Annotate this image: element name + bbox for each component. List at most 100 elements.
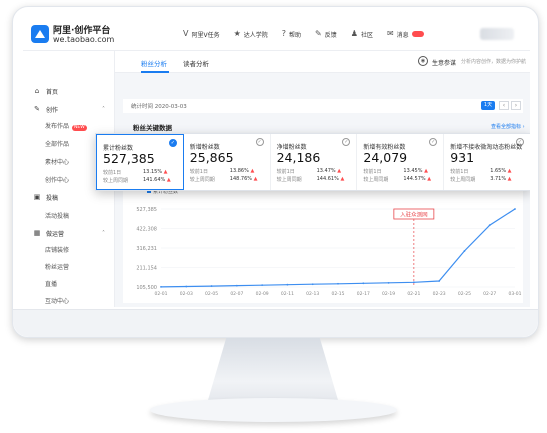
compass-icon: ◉ [418, 56, 428, 66]
monitor-frame: 阿里·创作平台 we.taobao.com V 阿里V任务 ★ 达人学院? 帮助 ✎ 反馈 ♟… [12, 6, 539, 338]
arrow-up-icon: ▲ [337, 168, 342, 174]
home-icon: ⌂ [34, 87, 40, 95]
compare-day-label: 较前1日 [103, 170, 122, 176]
sidebar-item-submit[interactable]: ▣ 投稿 [23, 189, 115, 205]
nav-label: 阿里V任务 [191, 31, 220, 39]
metric-cards: ✓ 累计粉丝数 527,385 较前1日 13.15% ▲ 较上周同期 141.64% ▲ ✓… [95, 133, 530, 191]
arrow-up-icon: ▲ [507, 176, 512, 182]
tab-bar: 粉丝分析 读者分析 ◉ 生意参谋 分析内容创作，数据为你护航 [115, 51, 530, 73]
x-tick-label: 03-01 [508, 291, 521, 297]
compare-day-value: 13.45% ▲ [403, 168, 428, 174]
x-tick-label: 02-25 [458, 291, 471, 297]
checkmark-icon[interactable]: ✓ [168, 139, 177, 147]
x-tick-label: 02-19 [382, 291, 395, 297]
sidebar-item-home[interactable]: ⌂ 首页 [23, 83, 115, 99]
sidebar-item-operate[interactable]: ▦ 做运营 ˄ [23, 225, 115, 241]
nav-item-community[interactable]: ♟ 社区 [351, 30, 373, 39]
nav-label: 社区 [360, 31, 373, 39]
compare-week-label: 较上周同期 [276, 177, 302, 183]
data-point [160, 286, 162, 288]
nav-item-help-circle[interactable]: ? 帮助 [282, 30, 301, 39]
unchecked-circle-icon[interactable]: ✓ [342, 138, 351, 146]
monitor-stand [208, 338, 338, 400]
nav-item-star[interactable]: ★ 达人学院 [234, 30, 268, 39]
star-icon: ★ [233, 29, 241, 38]
metric-value: 931 [450, 150, 475, 165]
sidebar-sub-activity[interactable]: 活动投稿 [45, 211, 69, 220]
arrow-up-icon: ▲ [253, 176, 258, 182]
nav-item-mail[interactable]: ✉ 消息 [387, 30, 424, 39]
compare-week-value: 3.71% ▲ [490, 176, 512, 182]
x-tick-label: 02-07 [230, 291, 243, 297]
data-point [210, 285, 213, 287]
range-1day-button[interactable]: 1天 [481, 101, 495, 110]
x-tick-label: 02-21 [407, 291, 420, 297]
sidebar-sub-publish[interactable]: 发布作品 NEW [45, 121, 87, 131]
tab-reader-analysis[interactable]: 读者分析 [183, 58, 209, 68]
compare-day-label: 较前1日 [450, 169, 469, 175]
business-advisor-link[interactable]: 生意参谋 [432, 58, 456, 67]
annotation-label: 入驻众测网 [400, 211, 428, 219]
community-icon: ♟ [350, 29, 358, 38]
logo-url: we.taobao.com [53, 35, 115, 44]
x-tick-label: 02-23 [433, 291, 446, 297]
x-tick-label: 02-03 [180, 291, 193, 297]
arrow-up-icon: ▲ [340, 176, 345, 182]
screen: 阿里·创作平台 we.taobao.com V 阿里V任务 ★ 达人学院? 帮助 ✎ 反馈 ♟… [23, 17, 530, 307]
create-icon: ✎ [34, 105, 40, 113]
top-bar: 阿里·创作平台 we.taobao.com V 阿里V任务 ★ 达人学院 ? 帮助 ✎ 反馈 ♟… [23, 17, 530, 51]
y-tick-label: 211,154 [136, 266, 157, 272]
nav-item-vip[interactable]: V 阿里V任务 [183, 30, 220, 39]
y-tick-label: 422,308 [136, 227, 157, 233]
compare-week-value: 144.57% ▲ [403, 176, 432, 182]
x-tick-label: 02-11 [281, 291, 294, 297]
compare-day-value: 1.65% ▲ [490, 168, 512, 174]
help-circle-icon: ? [281, 29, 287, 38]
next-day-button[interactable]: › [511, 101, 521, 110]
business-advisor-desc: 分析内容创作，数据为你护航 [461, 59, 527, 65]
tab-fans-analysis[interactable]: 粉丝分析 [141, 58, 167, 68]
sidebar-sub-shop[interactable]: 店铺装修 [45, 245, 69, 254]
compare-week-value: 148.76% ▲ [229, 176, 258, 182]
x-tick-label: 02-13 [306, 291, 319, 297]
sidebar-sub-all-works[interactable]: 全部作品 [45, 139, 69, 148]
data-point [387, 281, 390, 284]
sidebar-sub-material[interactable]: 素材中心 [45, 157, 69, 166]
nav-label: 消息 [396, 31, 409, 39]
nav-item-feedback[interactable]: ✎ 反馈 [315, 30, 337, 39]
data-point [286, 283, 289, 286]
sidebar-item-create[interactable]: ✎ 创作 ˄ [23, 101, 115, 117]
sidebar-sub-creation-center[interactable]: 创作中心 [45, 175, 69, 184]
compare-week-label: 较上周同期 [103, 178, 129, 184]
metric-card[interactable]: ✓ 净增粉丝数 24,186 较前1日 13.47% ▲ 较上周同期 144.61% ▲ [271, 134, 358, 190]
logo[interactable]: 阿里·创作平台 we.taobao.com [31, 23, 127, 47]
operate-icon: ▦ [33, 229, 41, 237]
avatar[interactable] [480, 28, 514, 40]
data-point [235, 284, 238, 287]
new-badge: NEW [72, 125, 87, 131]
arrow-up-icon: ▲ [507, 168, 512, 174]
logo-icon [31, 25, 49, 43]
date-bar: 统计时间 2020-03-03 1天 ‹ › [123, 99, 523, 113]
unchecked-circle-icon[interactable]: ✓ [429, 138, 438, 146]
view-all-metrics-link[interactable]: 查看全部指标 › [491, 123, 525, 130]
unchecked-circle-icon[interactable]: ✓ [255, 138, 264, 146]
nav-label: 反馈 [324, 31, 337, 39]
feedback-icon: ✎ [315, 29, 322, 38]
compare-day-value: 13.86% ▲ [229, 168, 255, 174]
metric-card[interactable]: ✓ 新增有效粉丝数 24,079 较前1日 13.45% ▲ 较上周同期 144.57% ▲ [357, 134, 445, 190]
sidebar-sub-fans[interactable]: 粉丝运营 [45, 262, 69, 271]
stat-date: 统计时间 2020-03-03 [131, 104, 187, 110]
compare-day-value: 13.47% ▲ [316, 168, 342, 174]
data-point [362, 282, 365, 285]
prev-day-button[interactable]: ‹ [499, 101, 509, 110]
metric-card[interactable]: ✓ 累计粉丝数 527,385 较前1日 13.15% ▲ 较上周同期 141.64% ▲ [96, 134, 184, 190]
sidebar-sub-interaction[interactable]: 互动中心 [45, 296, 69, 305]
metric-value: 24,186 [276, 150, 321, 165]
compare-week-label: 较上周同期 [363, 177, 389, 183]
sidebar-sub-live[interactable]: 直播 [45, 279, 57, 288]
compare-week-value: 141.64% ▲ [143, 177, 171, 183]
metric-card[interactable]: ✓ 新增不接收微淘动态粉丝数 931 较前1日 1.65% ▲ 较上周同期 3.71% ▲ [444, 134, 530, 190]
metric-card[interactable]: ✓ 新增粉丝数 25,865 较前1日 13.86% ▲ 较上周同期 148.76% ▲ [184, 134, 271, 190]
data-point [488, 224, 491, 227]
